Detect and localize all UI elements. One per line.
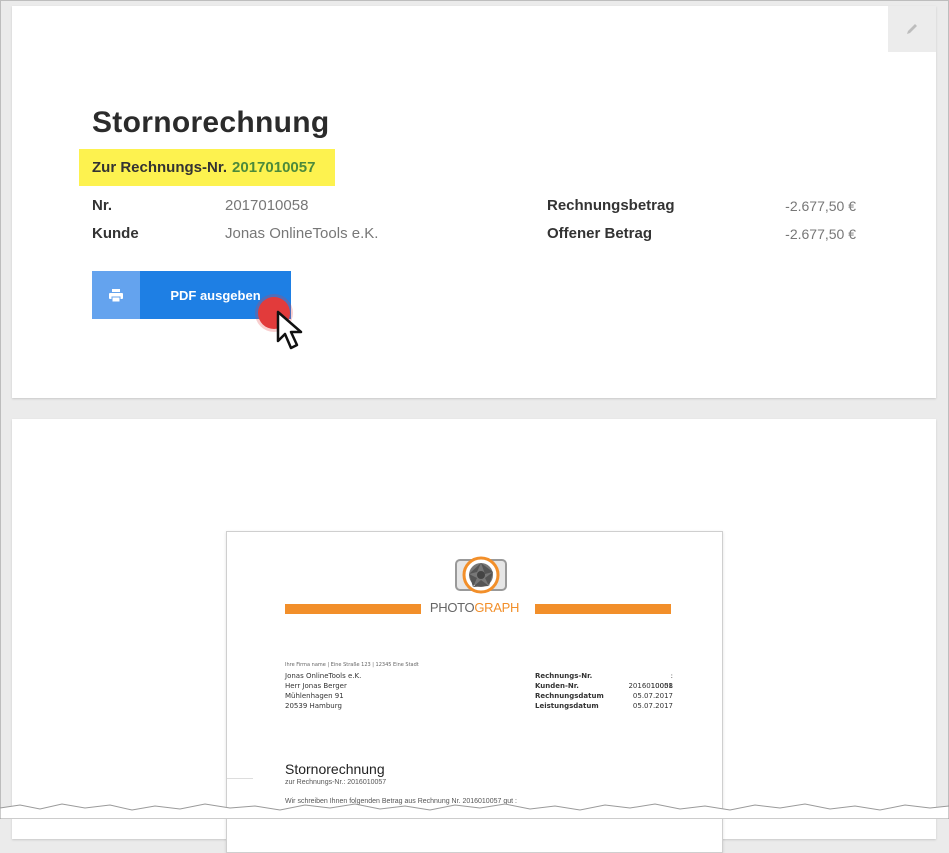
recipient-line: 20539 Hamburg (285, 702, 342, 710)
logo-text-part1: PHOTO (429, 600, 475, 615)
camera-logo-icon (455, 556, 507, 594)
torn-edge-decoration (0, 803, 949, 819)
meta-value: 10001 (650, 682, 673, 690)
pdf-preview-card: PHOTOGRAPH Ihre Firma name | Eine Straße… (12, 419, 936, 853)
page-title: Stornorechnung (92, 106, 330, 139)
rechnungsbetrag-value: -2.677,50 € (785, 198, 856, 214)
meta-value: 05.07.2017 (632, 692, 673, 700)
reference-invoice-line: Zur Rechnungs-Nr. 2017010057 (79, 149, 335, 186)
kunde-value: Jonas OnlineTools e.K. (225, 225, 379, 242)
reference-label: Zur Rechnungs-Nr. (92, 159, 228, 176)
meta-label: Rechnungs-Nr. (535, 672, 593, 680)
reference-invoice-link[interactable]: 2017010057 (232, 159, 315, 176)
offener-betrag-value: -2.677,50 € (785, 226, 856, 242)
mouse-cursor-icon (276, 310, 303, 350)
fold-mark (227, 778, 253, 779)
document-title: Stornorechnung (285, 761, 385, 777)
logo-text-part2: GRAPH (474, 600, 520, 615)
recipient-line: Mühlenhagen 91 (285, 692, 344, 700)
nr-label: Nr. (92, 197, 113, 214)
sender-line: Ihre Firma name | Eine Straße 123 | 1234… (285, 662, 419, 668)
logo-text: PHOTOGRAPH (227, 600, 722, 615)
recipient-line: Jonas OnlineTools e.K. (285, 672, 362, 680)
invoice-summary-card: Stornorechnung Zur Rechnungs-Nr. 2017010… (12, 6, 936, 398)
rechnungsbetrag-label: Rechnungsbetrag (547, 197, 675, 214)
meta-label: Rechnungsdatum (535, 692, 604, 700)
pencil-icon (907, 24, 917, 34)
nr-value: 2017010058 (225, 197, 309, 214)
meta-value: 05.07.2017 (632, 702, 673, 710)
printer-icon (109, 288, 123, 302)
kunde-label: Kunde (92, 225, 139, 242)
recipient-line: Herr Jonas Berger (285, 682, 347, 690)
offener-betrag-label: Offener Betrag (547, 225, 653, 242)
pdf-button-icon-area[interactable] (92, 271, 140, 319)
meta-label: Kunden-Nr. (535, 682, 579, 690)
edit-button[interactable] (888, 6, 936, 52)
meta-label: Leistungsdatum (535, 702, 599, 710)
document-subtitle: zur Rechnungs-Nr.: 2016010057 (285, 779, 387, 786)
